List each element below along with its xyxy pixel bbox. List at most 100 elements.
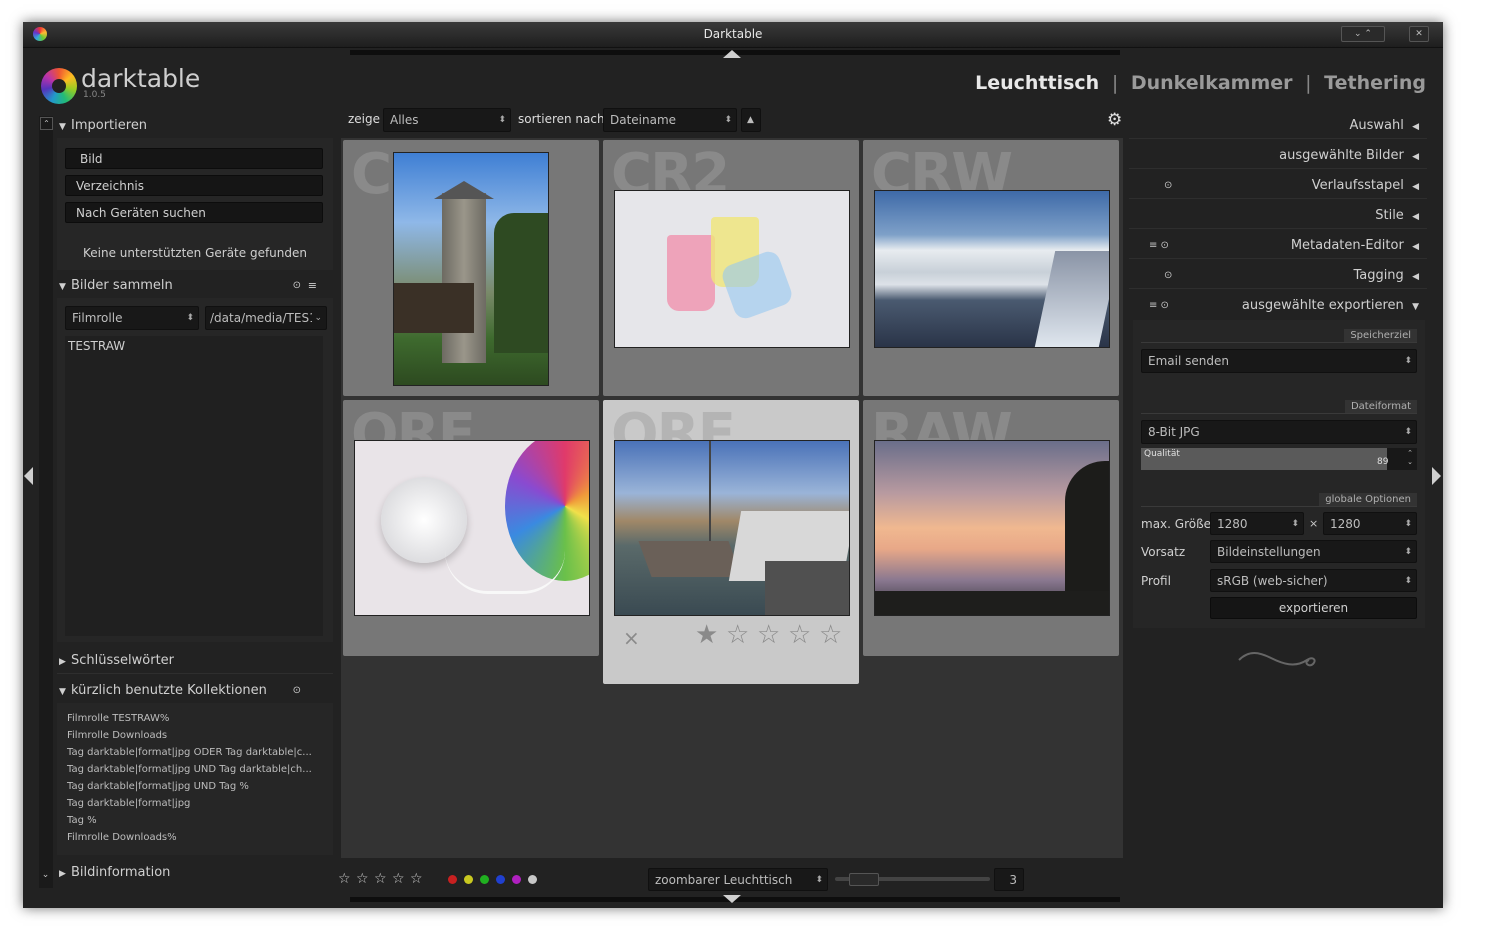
collect-path-input[interactable]: /data/media/TES1 ⌄ bbox=[205, 306, 327, 330]
recent-item[interactable]: Tag darktable|format|jpg UND Tag darktab… bbox=[67, 764, 312, 775]
color-label-yellow[interactable] bbox=[464, 875, 473, 884]
recent-item[interactable]: Tag darktable|format|jpg ODER Tag darkta… bbox=[67, 747, 312, 758]
target-select[interactable]: Email senden ⬍ bbox=[1141, 349, 1417, 373]
scroll-up-icon[interactable]: ⌃ bbox=[40, 117, 53, 130]
gear-icon[interactable]: ⚙ bbox=[1107, 110, 1122, 130]
star-icon[interactable]: ☆ bbox=[338, 871, 351, 887]
presets-reset-icons[interactable]: ≡ ⊙ bbox=[1149, 300, 1169, 311]
profile-select[interactable]: sRGB (web-sicher) ⬍ bbox=[1210, 569, 1417, 592]
zoom-slider[interactable] bbox=[835, 873, 990, 886]
sort-direction-button[interactable]: ▲ bbox=[741, 108, 761, 132]
recent-item[interactable]: Filmrolle Downloads% bbox=[67, 832, 177, 843]
star-icon[interactable]: ☆ bbox=[757, 620, 780, 650]
section-history[interactable]: Verlaufsstapel ◀ bbox=[1129, 178, 1419, 193]
collect-section-header[interactable]: ▼ Bilder sammeln ⊙ ≡ bbox=[59, 278, 331, 293]
rating-filter: ☆ ☆ ☆ ☆ ☆ bbox=[338, 871, 428, 887]
color-label-green[interactable] bbox=[480, 875, 489, 884]
reset-icon[interactable]: ⊙ bbox=[1164, 180, 1172, 191]
thumbnail[interactable]: RAW bbox=[863, 400, 1119, 656]
star-icon[interactable]: ☆ bbox=[726, 620, 749, 650]
show-filter-select[interactable]: Alles ⬍ bbox=[383, 108, 511, 132]
presets-icon[interactable]: ≡ bbox=[308, 279, 317, 292]
export-button[interactable]: exportieren bbox=[1210, 597, 1417, 619]
thumbnail-image-boats bbox=[614, 440, 850, 616]
layout-select[interactable]: zoombarer Leuchttisch ⬍ bbox=[648, 868, 828, 891]
color-label-red[interactable] bbox=[448, 875, 457, 884]
logo-version: 1.0.5 bbox=[83, 90, 106, 100]
import-image-button[interactable]: Bild bbox=[65, 148, 323, 169]
color-label-purple[interactable] bbox=[512, 875, 521, 884]
logo-text: darktable bbox=[81, 64, 201, 93]
thumbnail[interactable]: CRW bbox=[863, 140, 1119, 396]
keywords-section-header[interactable]: ▶ Schlüsselwörter bbox=[59, 653, 331, 668]
minimize-button[interactable]: ⌄ ⌃ bbox=[1341, 26, 1385, 42]
columns-input[interactable]: 3 bbox=[994, 868, 1024, 891]
recent-item[interactable]: Filmrolle TESTRAW% bbox=[67, 713, 169, 724]
thumbnail[interactable]: ORF bbox=[343, 400, 599, 656]
scan-devices-button[interactable]: Nach Geräten suchen bbox=[65, 202, 323, 223]
recent-item[interactable]: Tag darktable|format|jpg UND Tag % bbox=[67, 781, 249, 792]
view-darkroom[interactable]: Dunkelkammer bbox=[1131, 72, 1293, 94]
star-icon[interactable]: ☆ bbox=[356, 871, 369, 887]
section-metadata[interactable]: Metadaten-Editor ◀ bbox=[1129, 238, 1419, 253]
collapse-arrow-icon: ◀ bbox=[1412, 122, 1419, 132]
reset-icon[interactable]: ⊙ bbox=[293, 280, 301, 291]
view-tethering[interactable]: Tethering bbox=[1324, 72, 1426, 94]
recent-item[interactable]: Tag % bbox=[67, 815, 97, 826]
zoom-slider-handle[interactable] bbox=[849, 873, 879, 886]
format-select[interactable]: 8-Bit JPG ⬍ bbox=[1141, 420, 1417, 444]
star-icon[interactable]: ☆ bbox=[374, 871, 387, 887]
star-icon[interactable]: ★ bbox=[695, 620, 718, 650]
max-width-input[interactable]: 1280 ⬍ bbox=[1210, 512, 1304, 535]
quality-slider[interactable]: Qualität 89 ⌃ ⌄ bbox=[1141, 448, 1417, 470]
section-export[interactable]: ausgewählte exportieren ▼ bbox=[1129, 298, 1419, 313]
thumbnail[interactable]: CR2 bbox=[603, 140, 859, 396]
preset-select[interactable]: Bildeinstellungen ⬍ bbox=[1210, 540, 1417, 563]
thumbnail-selected[interactable]: ORF × ★ ☆ ☆ ☆ ☆ bbox=[603, 400, 859, 684]
recent-item[interactable]: Filmrolle Downloads bbox=[67, 730, 167, 741]
sort-select[interactable]: Dateiname ⬍ bbox=[603, 108, 737, 132]
collapse-arrow-icon: ◀ bbox=[1412, 272, 1419, 282]
thumbnail[interactable]: C bbox=[343, 140, 599, 396]
star-icon[interactable]: ☆ bbox=[392, 871, 405, 887]
star-icon[interactable]: ☆ bbox=[410, 871, 423, 887]
left-panel-collapse-icon[interactable] bbox=[24, 467, 33, 485]
close-button[interactable]: ✕ bbox=[1409, 26, 1429, 42]
star-icon[interactable]: ☆ bbox=[788, 620, 811, 650]
star-icon[interactable]: ☆ bbox=[819, 620, 842, 650]
divider bbox=[1129, 168, 1427, 169]
right-panel-collapse-icon[interactable] bbox=[1432, 467, 1441, 485]
updown-icon: ⬍ bbox=[186, 313, 194, 323]
reset-icon[interactable]: ⊙ bbox=[1164, 270, 1172, 281]
list-item[interactable]: TESTRAW bbox=[68, 339, 125, 353]
info-section-header[interactable]: ▶ Bildinformation bbox=[59, 865, 331, 880]
left-scrollbar[interactable]: ⌃ ⌄ bbox=[39, 116, 53, 888]
thumbnail-extension: C bbox=[351, 142, 392, 207]
view-lighttable[interactable]: Leuchttisch bbox=[975, 72, 1099, 94]
app-window: Darktable ⌄ ⌃ ✕ darktable 1.0.5 Leuchtti… bbox=[23, 22, 1443, 908]
reset-icon[interactable]: ⊙ bbox=[293, 685, 301, 696]
top-panel-arrow-icon[interactable] bbox=[723, 50, 741, 58]
color-label-gray[interactable] bbox=[528, 875, 537, 884]
import-folder-button[interactable]: Verzeichnis bbox=[65, 175, 323, 196]
show-label: zeige bbox=[348, 112, 381, 126]
section-selected-images[interactable]: ausgewählte Bilder ◀ bbox=[1129, 148, 1419, 163]
collect-criteria-select[interactable]: Filmrolle ⬍ bbox=[65, 306, 199, 330]
section-auswahl[interactable]: Auswahl ◀ bbox=[1129, 118, 1419, 133]
scroll-down-icon[interactable]: ⌄ bbox=[40, 870, 51, 881]
stepper-icon[interactable]: ⌃ ⌄ bbox=[1407, 449, 1413, 467]
recent-section-header[interactable]: ▼ kürzlich benutzte Kollektionen ⊙ bbox=[59, 683, 331, 698]
section-tagging[interactable]: Tagging ◀ bbox=[1129, 268, 1419, 283]
reject-icon[interactable]: × bbox=[623, 626, 640, 650]
lighttable-area[interactable]: C CR2 CRW ORF ORF × ★ ☆ ☆ ☆ ☆ RAW bbox=[341, 138, 1123, 858]
bottom-panel-arrow-icon[interactable] bbox=[723, 895, 741, 903]
recent-item[interactable]: Tag darktable|format|jpg bbox=[67, 798, 190, 809]
color-label-blue[interactable] bbox=[496, 875, 505, 884]
chevron-down-icon[interactable]: ⌄ bbox=[312, 307, 322, 329]
max-height-input[interactable]: 1280 ⬍ bbox=[1323, 512, 1417, 535]
presets-reset-icons[interactable]: ≡ ⊙ bbox=[1149, 240, 1169, 251]
import-section-header[interactable]: ▼ Importieren bbox=[59, 118, 331, 133]
recent-panel: Filmrolle TESTRAW% Filmrolle Downloads T… bbox=[57, 703, 333, 855]
section-styles[interactable]: Stile ◀ bbox=[1129, 208, 1419, 223]
import-panel: Bild Verzeichnis Nach Geräten suchen Kei… bbox=[57, 138, 333, 270]
